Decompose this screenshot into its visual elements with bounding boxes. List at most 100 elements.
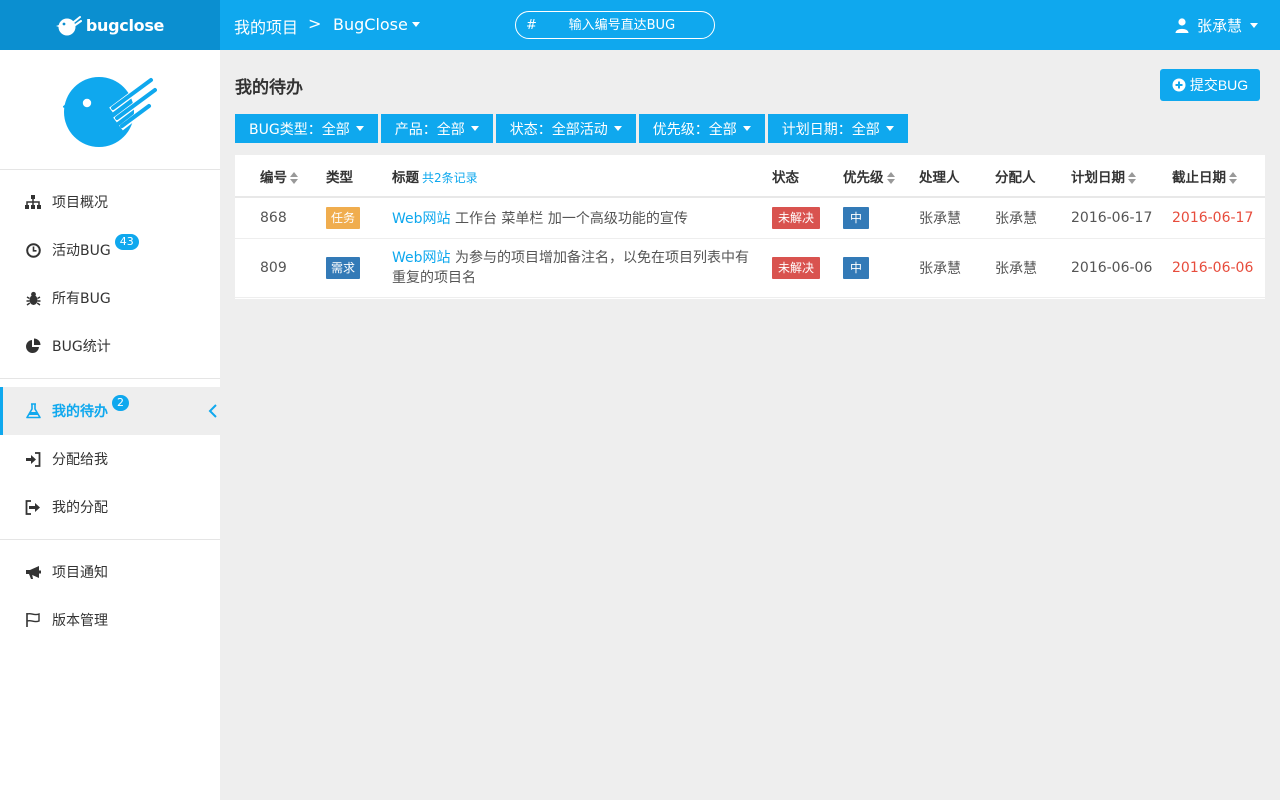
bug-search-box[interactable]: # [515, 11, 715, 39]
bullhorn-icon [24, 563, 42, 581]
breadcrumb-separator: > [308, 14, 322, 33]
sort-icon [290, 171, 298, 184]
filter-label: 计划日期：全部 [781, 121, 880, 138]
sort-icon [886, 171, 895, 184]
todo-table-card: 编号 类型 标题 共2条记录 状态 优先级 处理人 分配人 计划日期 截止日期 8… [235, 155, 1265, 299]
cell-due-date: 2016-06-17 [1172, 197, 1265, 239]
sidebar: 项目概况 活动BUG 43 所有BUG BUG统计 我的待办 2 分配给我 我的… [0, 50, 220, 800]
sign-out-icon [24, 498, 42, 516]
sidebar-item-label: 所有BUG [52, 291, 111, 307]
col-header-handler: 处理人 [919, 155, 995, 198]
cell-handler: 张承慧 [919, 238, 995, 298]
cell-title: Web网站 为参与的项目增加备注名，以免在项目列表中有重复的项目名 [392, 238, 772, 298]
filter-product[interactable]: 产品：全部 [380, 114, 493, 143]
col-header-plan-date[interactable]: 计划日期 [1071, 155, 1172, 198]
filter-label: BUG类型：全部 [249, 121, 350, 138]
col-header-type: 类型 [326, 155, 392, 198]
cell-type: 需求 [326, 238, 392, 298]
breadcrumb-my-projects[interactable]: 我的项目 [234, 14, 298, 38]
caret-down-icon [470, 126, 479, 131]
user-icon [1175, 18, 1189, 33]
type-tag-requirement: 需求 [326, 256, 361, 279]
cell-priority: 中 [843, 197, 919, 239]
bug-icon [24, 289, 42, 307]
filter-plan-date[interactable]: 计划日期：全部 [767, 114, 908, 143]
cell-handler: 张承慧 [919, 197, 995, 239]
filter-priority[interactable]: 优先级：全部 [638, 114, 765, 143]
sidebar-item-label: 分配给我 [52, 452, 108, 468]
clock-icon [24, 241, 42, 259]
type-tag-task: 任务 [326, 206, 361, 229]
sign-in-icon [24, 450, 42, 468]
cell-state: 未解决 [772, 197, 843, 239]
cell-type: 任务 [326, 197, 392, 239]
col-header-assigner: 分配人 [995, 155, 1071, 198]
sidebar-item-label: 项目通知 [52, 565, 108, 581]
bug-number-input[interactable] [536, 17, 707, 33]
bird-mascot-icon [63, 76, 157, 147]
sidebar-item-overview[interactable]: 项目概况 [0, 178, 220, 226]
hash-icon: # [526, 17, 537, 33]
submit-bug-button[interactable]: 提交BUG [1160, 69, 1260, 101]
page-title: 我的待办 [235, 78, 303, 98]
sidebar-item-label: BUG统计 [52, 339, 111, 355]
cell-priority: 中 [843, 238, 919, 298]
filter-bar: BUG类型：全部 产品：全部 状态：全部活动 优先级：全部 计划日期：全部 [235, 114, 908, 143]
sidebar-item-notices[interactable]: 项目通知 [0, 548, 220, 596]
cell-id: 868 [235, 197, 326, 239]
bird-logo-icon [55, 16, 82, 36]
cell-id: 809 [235, 238, 326, 298]
table-header-row: 编号 类型 标题 共2条记录 状态 优先级 处理人 分配人 计划日期 截止日期 [235, 155, 1265, 198]
filter-label: 产品：全部 [394, 121, 465, 138]
filter-bug-type[interactable]: BUG类型：全部 [235, 114, 378, 143]
bug-title-line1[interactable]: 为参与的项目增加备注名，以免在项目列表中有 [455, 250, 749, 266]
sidebar-item-label: 项目概况 [52, 195, 108, 211]
sidebar-item-all-bugs[interactable]: 所有BUG [0, 274, 220, 322]
caret-down-icon [885, 126, 894, 131]
user-menu[interactable]: 张承慧 [1175, 15, 1258, 36]
filter-label: 优先级：全部 [652, 121, 737, 138]
project-switcher[interactable]: BugClose [333, 15, 420, 34]
sidebar-item-label: 活动BUG [52, 243, 111, 259]
chevron-left-icon [208, 404, 217, 418]
sort-icon [1128, 171, 1136, 184]
filter-label: 状态：全部活动 [509, 121, 608, 138]
bug-title[interactable]: 工作台 菜单栏 加一个高级功能的宣传 [455, 211, 688, 227]
sidebar-item-bug-stats[interactable]: BUG统计 [0, 322, 220, 370]
sidebar-item-assigned-to-me[interactable]: 分配给我 [0, 435, 220, 483]
col-header-due-date[interactable]: 截止日期 [1172, 155, 1265, 198]
sidebar-item-versions[interactable]: 版本管理 [0, 596, 220, 644]
user-name: 张承慧 [1196, 17, 1242, 35]
top-bar: bugclose 我的项目 > BugClose # 张承慧 [0, 0, 1280, 50]
cell-assigner: 张承慧 [995, 197, 1071, 239]
plus-circle-icon [1172, 78, 1186, 92]
cell-state: 未解决 [772, 238, 843, 298]
cell-assigner: 张承慧 [995, 238, 1071, 298]
caret-down-icon [355, 126, 364, 131]
table-row[interactable]: 868 任务 Web网站 工作台 菜单栏 加一个高级功能的宣传 未解决 中 张承… [235, 197, 1265, 239]
cell-plan-date: 2016-06-06 [1071, 238, 1172, 298]
sidebar-item-my-assignments[interactable]: 我的分配 [0, 483, 220, 531]
col-header-id[interactable]: 编号 [235, 155, 326, 198]
sidebar-item-active-bugs[interactable]: 活动BUG 43 [0, 226, 220, 274]
sidebar-item-my-todo[interactable]: 我的待办 2 [0, 387, 220, 435]
col-header-label: 计划日期 [1071, 169, 1125, 186]
product-link[interactable]: Web网站 [392, 250, 451, 266]
sidebar-item-label: 我的分配 [52, 500, 108, 516]
col-header-label: 标题 [392, 169, 419, 186]
product-link[interactable]: Web网站 [392, 211, 451, 227]
nav-group-manage: 项目通知 版本管理 [0, 540, 220, 652]
flask-icon [24, 402, 42, 420]
filter-status[interactable]: 状态：全部活动 [495, 114, 636, 143]
submit-bug-label: 提交BUG [1189, 77, 1249, 93]
brand-logo[interactable]: bugclose [0, 0, 220, 50]
col-header-priority[interactable]: 优先级 [843, 155, 919, 198]
cell-plan-date: 2016-06-17 [1071, 197, 1172, 239]
col-header-state: 状态 [772, 155, 843, 198]
state-tag: 未解决 [772, 256, 821, 279]
table-row[interactable]: 809 需求 Web网站 为参与的项目增加备注名，以免在项目列表中有重复的项目名… [235, 238, 1265, 298]
sort-icon [1229, 171, 1237, 184]
col-header-label: 优先级 [843, 169, 884, 186]
flag-icon [24, 611, 42, 629]
bug-title-line2[interactable]: 重复的项目名 [392, 270, 476, 286]
